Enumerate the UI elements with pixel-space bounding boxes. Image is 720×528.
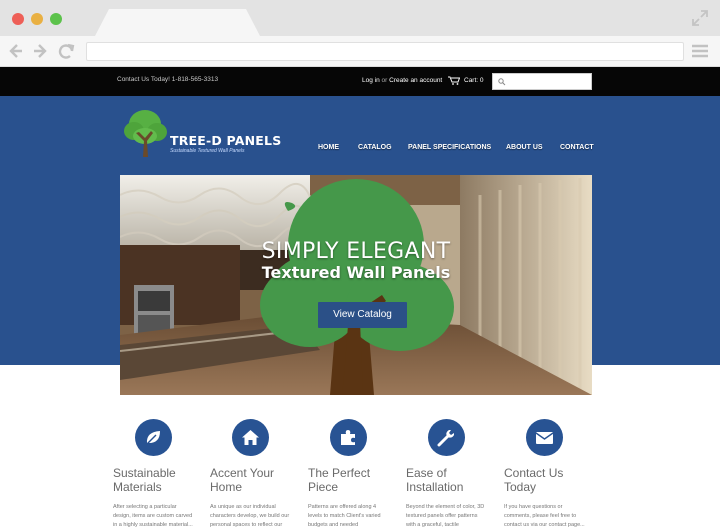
nav-contact[interactable]: CONTACT [560,144,594,151]
feature-title: Accent Your Home [210,466,275,494]
maximize-window-button[interactable] [50,13,62,25]
site-top-bar: Contact Us Today! 1-818-565-3313 Log in … [0,67,720,96]
feature-icon-circle[interactable] [330,419,367,456]
browser-toolbar [0,36,720,67]
feature-title: Ease of Installation [406,466,464,494]
feature-title: Sustainable Materials [113,466,176,494]
feature-description: Beyond the element of color, 3D textured … [406,504,485,528]
logo-title: TREE-D PANELS [170,133,282,148]
reload-icon[interactable] [57,43,75,61]
feature-icon-circle[interactable] [428,419,465,456]
feature-title: The Perfect Piece [308,466,371,494]
fullscreen-icon[interactable] [692,10,708,26]
login-link[interactable]: Log in [362,77,380,84]
create-account-link[interactable]: Create an account [389,77,442,84]
envelope-icon [535,432,554,444]
minimize-window-button[interactable] [31,13,43,25]
search-input[interactable] [492,73,592,90]
search-icon [498,78,506,86]
site-logo[interactable]: TREE-D PANELS Sustainable Textured Wall … [122,107,282,157]
address-bar[interactable] [86,42,684,61]
tree-logo-icon [124,110,167,157]
close-window-button[interactable] [12,13,24,25]
feature-description: After selecting a particular design, item… [113,504,193,528]
hamburger-menu-icon[interactable] [692,44,708,58]
browser-tab-bar [0,0,720,36]
feature-description: Patterns are offered along 4 levels to ma… [308,504,381,528]
hero-heading: SIMPLY ELEGANT [261,239,451,264]
cart-label: Cart: 0 [464,77,484,84]
wrench-icon [437,430,454,447]
nav-panel-specifications[interactable]: PANEL SPECIFICATIONS [408,144,491,151]
logo-tagline: Sustainable Textured Wall Panels [170,148,245,154]
hero-banner: SIMPLY ELEGANT Textured Wall Panels View… [120,175,592,395]
contact-phone-text: Contact Us Today! 1-818-565-3313 [117,76,219,83]
account-links: Log in or Create an account [362,77,442,84]
or-text: or [381,77,388,84]
leaf-icon [146,431,160,445]
cart-link[interactable]: Cart: 0 [448,76,484,85]
feature-icon-circle[interactable] [232,419,269,456]
feature-description: As unique as our individual characters de… [210,504,290,528]
cart-icon [448,76,460,85]
feature-title: Contact Us Today [504,466,564,494]
browser-tab[interactable] [95,9,260,36]
features-section: Sustainable Materials After selecting a p… [0,395,720,528]
nav-catalog[interactable]: CATALOG [358,144,392,151]
nav-about-us[interactable]: ABOUT US [506,144,543,151]
feature-description: If you have questions or comments, please… [504,504,585,528]
feature-icon-circle[interactable] [526,419,563,456]
forward-arrow-icon[interactable] [33,43,47,59]
view-catalog-button[interactable]: View Catalog [318,302,407,328]
nav-home[interactable]: HOME [318,144,339,151]
feature-icon-circle[interactable] [135,419,172,456]
puzzle-icon [341,430,355,445]
back-arrow-icon[interactable] [9,43,23,59]
home-icon [242,430,259,445]
hero-subheading: Textured Wall Panels [261,263,451,282]
browser-window: Contact Us Today! 1-818-565-3313 Log in … [0,0,720,528]
hero-kitchen-image [120,175,592,395]
